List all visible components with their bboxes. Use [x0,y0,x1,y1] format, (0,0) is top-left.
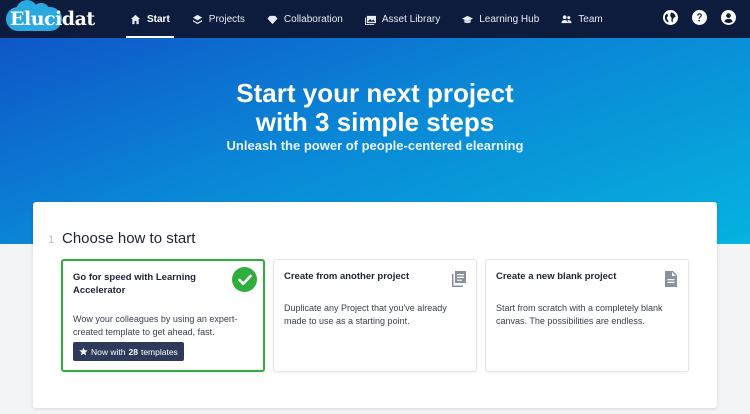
help-icon[interactable] [692,10,707,25]
nav-item-start[interactable]: Start [124,0,176,38]
nav-label: Projects [208,13,245,25]
diamond-icon [267,15,278,24]
elucidat-logo[interactable]: Elucidat [6,0,95,33]
step-panel: 1 Choose how to start Go for speed with … [33,202,717,408]
badge-suffix: templates [140,346,178,357]
nav-label: Collaboration [283,13,343,25]
images-icon [364,15,376,25]
card-learning-accelerator[interactable]: Go for speed with Learning Accelerator W… [61,259,265,372]
graduation-cap-icon [462,15,474,23]
account-icon[interactable] [721,10,736,25]
badge-count: 28 [128,346,138,357]
badge-prefix: Now with [91,346,126,357]
hero-title-line-1: Start your next project [236,78,514,108]
checkmark-icon [232,267,257,292]
nav-label: Team [578,13,603,25]
templates-badge[interactable]: Now with 28 templates [73,342,184,361]
nav-item-projects[interactable]: Projects [186,0,251,38]
card-blank-project[interactable]: Create a new blank project Start from sc… [485,259,689,372]
home-icon [130,14,141,24]
nav-item-learning-hub[interactable]: Learning Hub [456,0,545,38]
logo-text: Elucidat [10,8,95,30]
step-title: Choose how to start [62,230,196,247]
card-title: Create a new blank project [496,271,617,282]
card-title: Create from another project [284,271,410,282]
document-icon [665,271,677,287]
step-number: 1 [48,234,55,246]
nav-item-collaboration[interactable]: Collaboration [261,0,349,38]
card-title: Go for speed with Learning Accelerator [73,272,196,296]
layers-icon [192,14,202,24]
main-nav: Start Projects Collaboration Asset Libra… [124,0,619,38]
nav-label: Asset Library [381,13,441,25]
nav-item-team[interactable]: Team [555,0,608,38]
card-create-from-project[interactable]: Create from another project Duplicate an… [273,259,477,372]
star-icon [79,347,88,356]
top-navigation-bar: Elucidat Start Projects Collaboration As… [0,0,750,38]
card-description: Wow your colleagues by using an expert-c… [73,314,238,337]
nav-label: Start [147,13,170,25]
nav-item-asset-library[interactable]: Asset Library [359,0,446,38]
card-description: Duplicate any Project that you've alread… [284,303,447,326]
nav-label: Learning Hub [479,13,540,25]
copy-documents-icon [452,271,466,287]
people-icon [561,14,572,23]
top-right-icons [663,10,736,25]
card-description: Start from scratch with a completely bla… [496,303,663,326]
hero-title-line-2: with 3 simple steps [255,107,495,137]
hero-title: Start your next project with 3 simple st… [0,79,750,137]
hero-subtitle: Unleash the power of people-centered ele… [226,138,524,153]
globe-icon[interactable] [663,10,678,25]
